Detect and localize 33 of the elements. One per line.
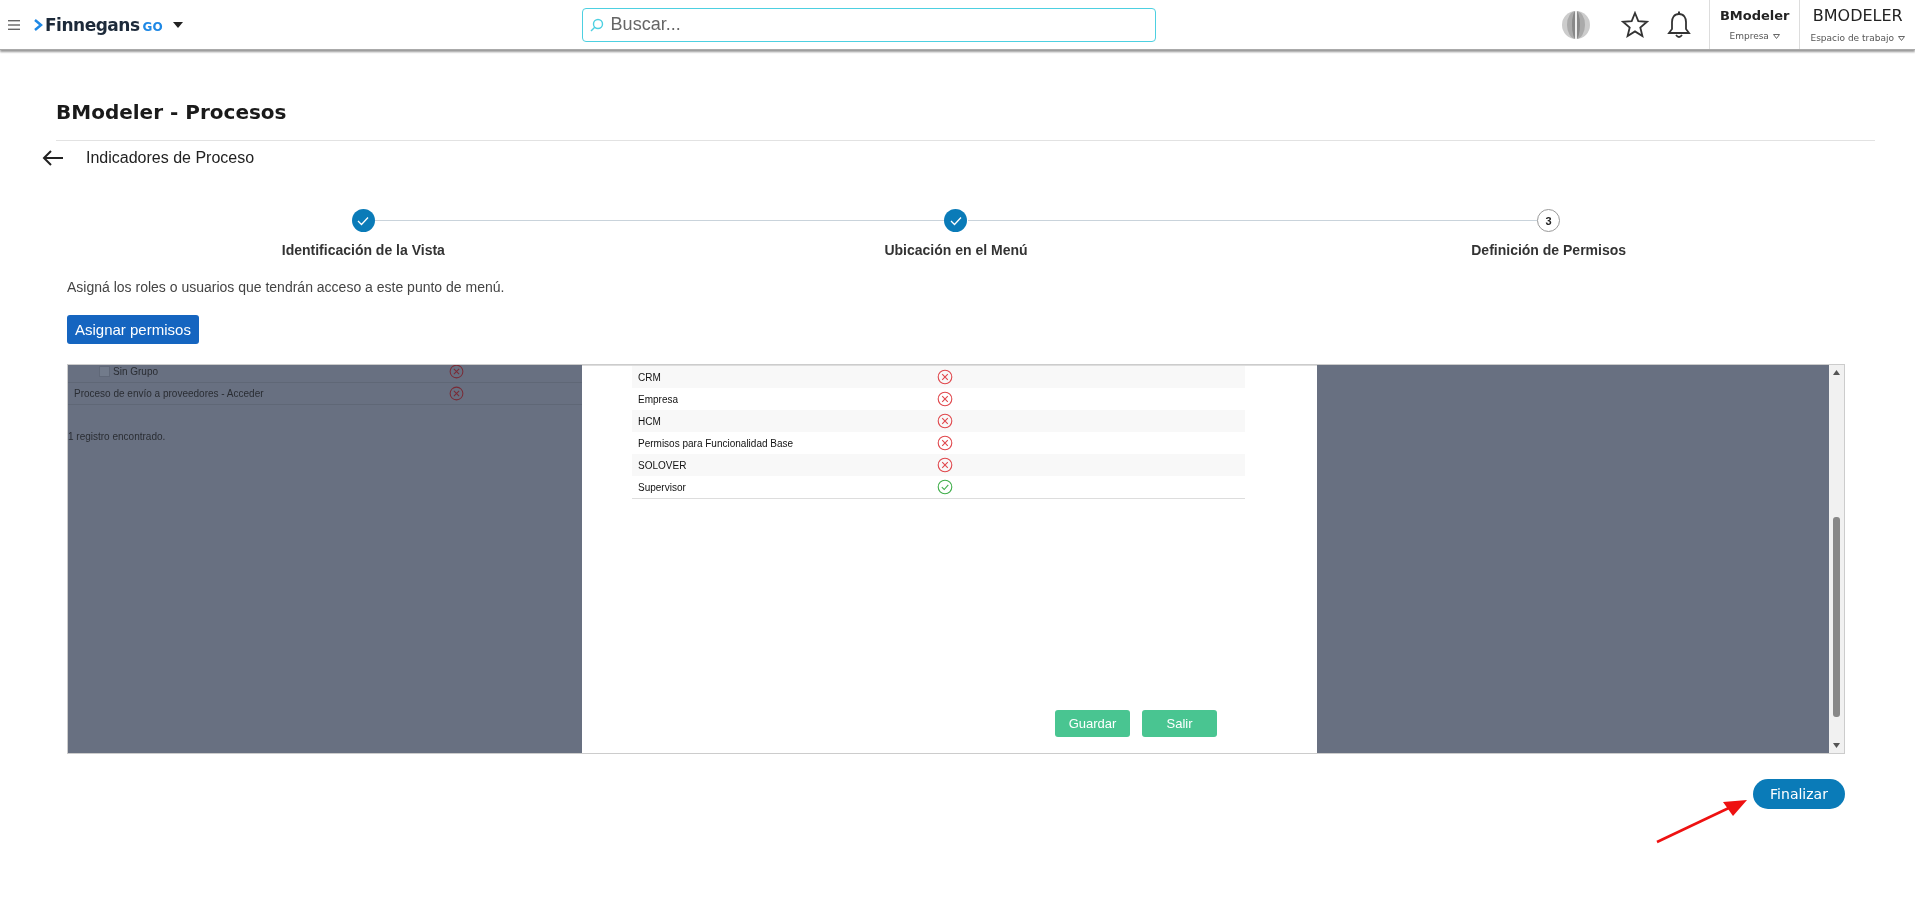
role-label: SOLOVER — [637, 459, 688, 471]
finish-button[interactable]: Finalizar — [1753, 779, 1845, 809]
page-title: BModeler - Procesos — [56, 98, 1875, 141]
workspace-selector[interactable]: BMODELER Espacio de trabajo — [1799, 0, 1915, 49]
section-title: Indicadores de Proceso — [86, 149, 255, 167]
checkbox[interactable] — [99, 366, 110, 377]
caret-icon[interactable] — [172, 21, 183, 28]
assign-permissions-button[interactable]: Asignar permisos — [67, 315, 199, 344]
sphere-icon[interactable] — [1559, 9, 1592, 40]
menu-icon[interactable] — [8, 19, 20, 30]
chevron-logo-icon — [34, 18, 43, 31]
step-number: 3 — [1537, 209, 1561, 232]
logo-text: Finnegans — [45, 14, 140, 35]
permission-label: Proceso de envío a proveedores - Acceder — [73, 388, 265, 399]
step-label: Ubicación en el Menú — [884, 241, 1028, 259]
group-label: Sin Grupo — [113, 366, 159, 377]
back-arrow-icon[interactable] — [42, 149, 64, 167]
step-label: Definición de Permisos — [1471, 241, 1627, 259]
instruction-text: Asigná los roles o usuarios que tendrán acceso a este punto de menú. — [67, 278, 506, 297]
role-label: Empresa — [637, 393, 679, 405]
step-label: Identificación de la Vista — [281, 241, 445, 259]
company-selector[interactable]: BModeler Empresa — [1708, 0, 1800, 49]
record-count: 1 registro encontrado. — [68, 431, 167, 442]
role-label: Supervisor — [637, 481, 687, 493]
search-field[interactable]: Buscar... — [581, 7, 1156, 42]
caret-icon — [1898, 35, 1905, 41]
role-label: CRM — [637, 371, 662, 383]
bell-icon[interactable] — [1666, 10, 1691, 39]
role-label: Permisos para Funcionalidad Base — [637, 437, 795, 449]
role-label: HCM — [637, 415, 662, 427]
caret-icon — [1772, 33, 1780, 39]
star-icon[interactable] — [1620, 11, 1649, 38]
logo-suffix: GO — [142, 19, 163, 34]
